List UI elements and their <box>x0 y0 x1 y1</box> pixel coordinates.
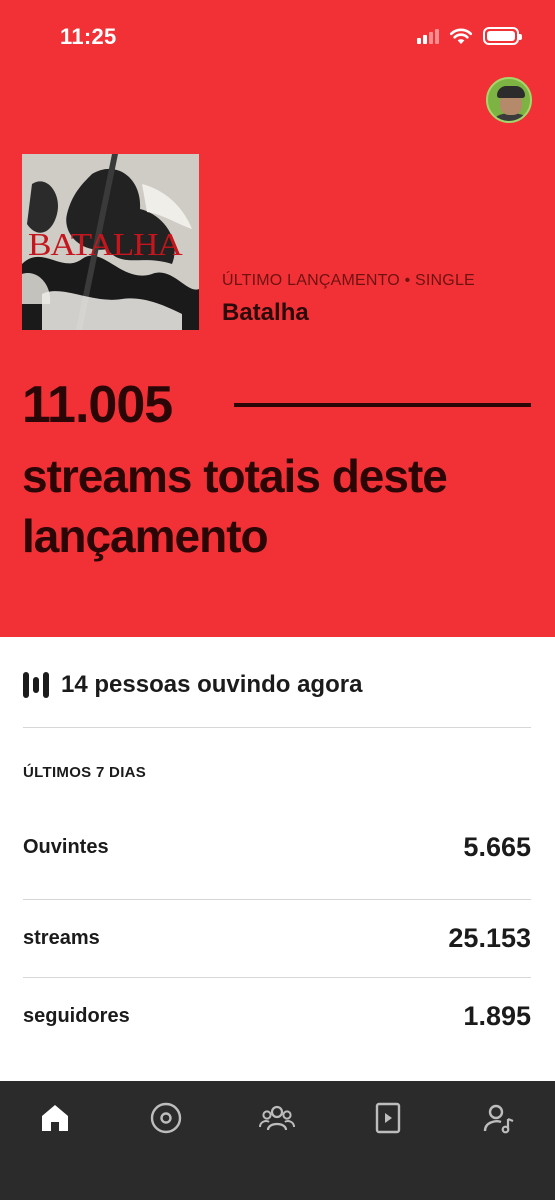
bottom-navigation <box>0 1081 555 1200</box>
profile-avatar[interactable] <box>486 77 532 123</box>
wifi-icon <box>449 28 473 44</box>
divider <box>23 727 531 728</box>
stat-row-streams: streams 25.153 <box>23 923 531 954</box>
total-streams-count: 11.005 <box>22 376 173 434</box>
live-bars-icon <box>23 669 49 701</box>
status-icons <box>417 26 522 46</box>
video-play-icon <box>375 1102 401 1134</box>
divider <box>23 977 531 978</box>
stat-label: seguidores <box>23 1005 130 1027</box>
stat-label: streams <box>23 927 100 949</box>
nav-video[interactable] <box>366 1096 410 1140</box>
artist-profile-icon <box>483 1104 514 1134</box>
stat-label: Ouvintes <box>23 836 109 858</box>
album-art[interactable]: BATALHA <box>22 154 199 330</box>
audience-icon <box>259 1105 295 1131</box>
stat-row-listeners: Ouvintes 5.665 <box>23 832 531 863</box>
release-title[interactable]: Batalha <box>222 299 309 327</box>
album-art-title: BATALHA <box>28 226 183 262</box>
stat-value: 5.665 <box>463 832 531 862</box>
status-time: 11:25 <box>60 24 117 49</box>
listening-now: 14 pessoas ouvindo agora <box>23 668 362 702</box>
battery-icon <box>483 27 522 45</box>
release-type-label: ÚLTIMO LANÇAMENTO • SINGLE <box>222 272 475 289</box>
nav-profile[interactable] <box>477 1096 521 1140</box>
divider <box>23 899 531 900</box>
stat-value: 25.153 <box>448 923 531 953</box>
decorative-line <box>234 403 531 407</box>
period-label: ÚLTIMOS 7 DIAS <box>23 764 147 781</box>
home-icon <box>42 1105 68 1131</box>
stat-row-followers: seguidores 1.895 <box>23 1001 531 1032</box>
total-streams-caption: streams totais deste lançamento <box>22 450 448 562</box>
nav-music[interactable] <box>144 1096 188 1140</box>
nav-home[interactable] <box>33 1096 77 1140</box>
stat-value: 1.895 <box>463 1001 531 1031</box>
cellular-signal-icon <box>417 28 439 44</box>
music-disc-icon <box>150 1102 182 1134</box>
listening-now-text: 14 pessoas ouvindo agora <box>61 671 363 698</box>
nav-audience[interactable] <box>255 1096 299 1140</box>
release-hero: 11:25 BATALHA ÚLTIMO LANÇAMENTO • SINGLE… <box>0 0 555 637</box>
